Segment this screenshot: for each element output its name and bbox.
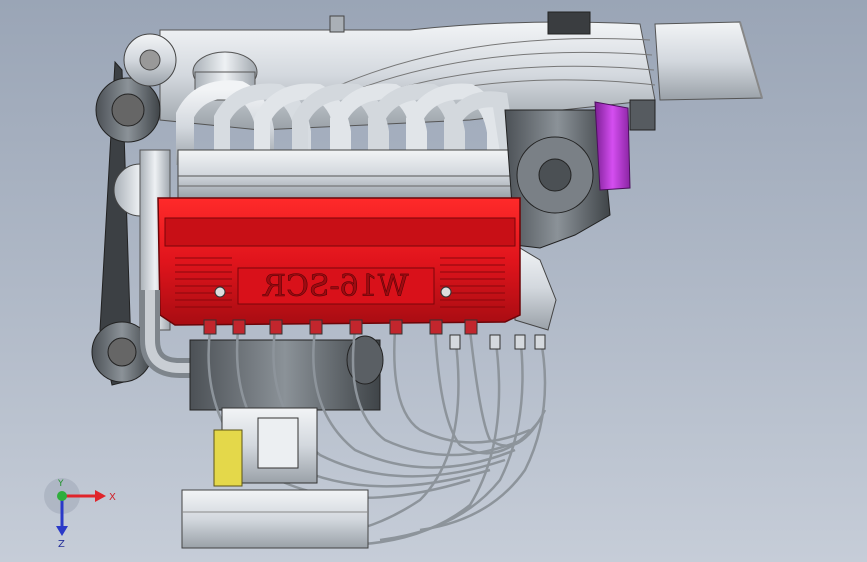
- x-axis-arrow: [95, 490, 106, 502]
- cad-viewport[interactable]: W16-SCR X Y Z: [0, 0, 867, 562]
- oil-tank[interactable]: [181, 489, 369, 549]
- z-axis-arrow: [56, 526, 68, 536]
- valve-cover[interactable]: [157, 197, 521, 326]
- y-axis-dot: [57, 491, 67, 501]
- manifold-base[interactable]: [177, 149, 519, 199]
- z-axis-label: Z: [58, 539, 65, 548]
- y-axis-label: Y: [57, 479, 64, 489]
- engine-model[interactable]: W16-SCR: [0, 0, 867, 562]
- coordinate-triad: X Y Z: [44, 478, 116, 548]
- engine-label: W16-SCR: [262, 269, 409, 304]
- oil-pump[interactable]: [213, 407, 318, 487]
- intake-snout[interactable]: [654, 21, 763, 101]
- purple-bracket[interactable]: [594, 99, 656, 191]
- x-axis-label: X: [109, 492, 116, 503]
